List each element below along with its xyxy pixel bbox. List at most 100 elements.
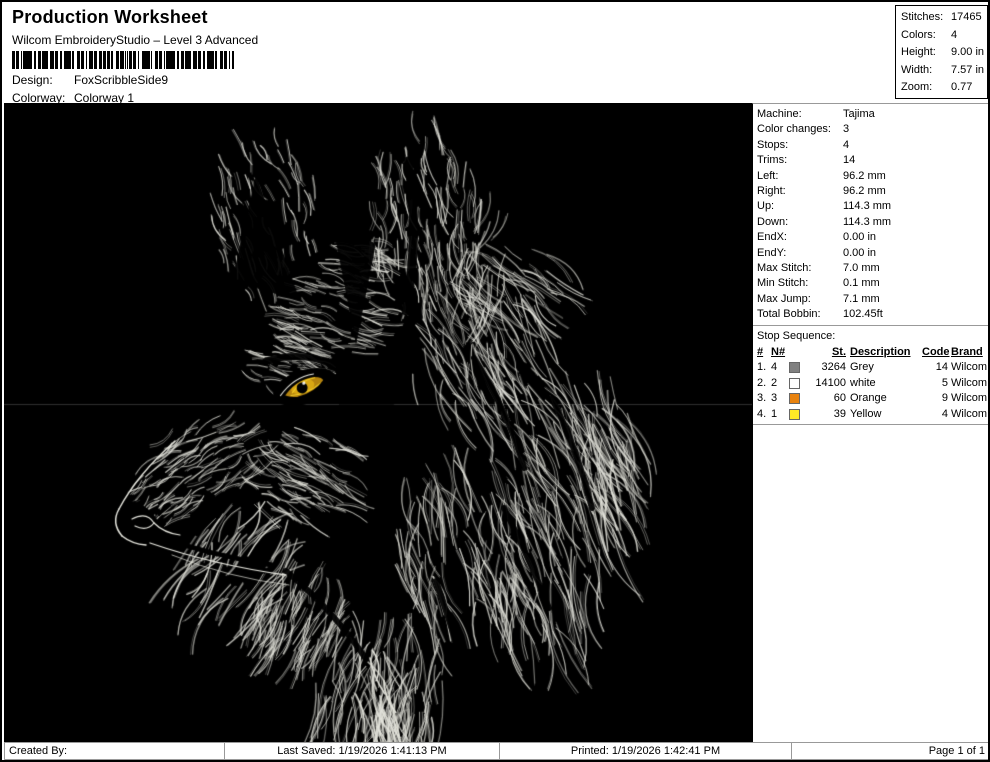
- machine-info-label: Trims:: [757, 153, 843, 168]
- stop-sequence-row: 1. 4 3264 Grey 14 Wilcom: [757, 360, 987, 376]
- thread-description: Yellow: [846, 407, 922, 423]
- summary-value: 7.57 in: [951, 62, 984, 80]
- machine-info-value: 96.2 mm: [843, 169, 886, 184]
- machine-info-row: Machine: Tajima: [757, 107, 986, 122]
- summary-label: Zoom:: [901, 79, 951, 97]
- machine-info-panel: Machine: Tajima Color changes: 3 Stops: …: [752, 103, 990, 744]
- machine-info-row: EndX: 0.00 in: [757, 230, 986, 245]
- machine-info-label: EndX:: [757, 230, 843, 245]
- machine-info-value: 7.1 mm: [843, 292, 880, 307]
- footer: Created By: Last Saved: 1/19/2026 1:41:1…: [4, 742, 990, 760]
- thread-brand: Wilcom: [948, 376, 987, 392]
- machine-info-value: 114.3 mm: [843, 215, 891, 230]
- machine-info-value: 114.3 mm: [843, 199, 891, 214]
- machine-info-label: Down:: [757, 215, 843, 230]
- stitch-count: 60: [806, 391, 846, 407]
- summary-label: Width:: [901, 62, 951, 80]
- design-name: FoxScribbleSide9: [74, 73, 168, 87]
- thread-code: 14: [922, 360, 948, 376]
- last-saved-field: Last Saved: 1/19/2026 1:41:13 PM: [224, 742, 500, 760]
- stop-number: 4.: [757, 407, 771, 423]
- summary-value: 17465: [951, 9, 982, 27]
- production-worksheet-page: Production Worksheet Wilcom EmbroiderySt…: [0, 0, 990, 762]
- stop-sequence-row: 4. 1 39 Yellow 4 Wilcom: [757, 407, 987, 423]
- header: Production Worksheet Wilcom EmbroiderySt…: [4, 2, 752, 101]
- machine-info-label: Machine:: [757, 107, 843, 122]
- summary-value: 9.00 in: [951, 44, 984, 62]
- machine-info-row: Right: 96.2 mm: [757, 184, 986, 199]
- machine-info-label: Left:: [757, 169, 843, 184]
- summary-row: Width: 7.57 in: [901, 62, 987, 80]
- thread-brand: Wilcom: [948, 360, 987, 376]
- machine-info-label: Max Jump:: [757, 292, 843, 307]
- machine-info-row: Max Jump: 7.1 mm: [757, 292, 986, 307]
- stop-sequence-row: 2. 2 14100 white 5 Wilcom: [757, 376, 987, 392]
- machine-info-row: Min Stitch: 0.1 mm: [757, 276, 986, 291]
- col-code: Code: [922, 345, 948, 361]
- col-brand: Brand: [948, 345, 987, 361]
- machine-info-label: Total Bobbin:: [757, 307, 843, 322]
- thread-brand: Wilcom: [948, 407, 987, 423]
- stitch-count: 39: [806, 407, 846, 423]
- machine-info-value: 0.00 in: [843, 246, 876, 261]
- created-by-field: Created By:: [4, 742, 225, 760]
- col-n: N#: [771, 345, 789, 361]
- machine-info-value: 96.2 mm: [843, 184, 886, 199]
- needle-number: 3: [771, 391, 789, 407]
- stop-sequence-header-row: # N# St. Description Code Brand: [757, 345, 987, 361]
- machine-info-row: Max Stitch: 7.0 mm: [757, 261, 986, 276]
- machine-info-row: EndY: 0.00 in: [757, 246, 986, 261]
- machine-info-row: Trims: 14: [757, 153, 986, 168]
- summary-label: Height:: [901, 44, 951, 62]
- col-description: Description: [846, 345, 922, 361]
- summary-row: Height: 9.00 in: [901, 44, 987, 62]
- machine-info-value: Tajima: [843, 107, 875, 122]
- stitch-count: 3264: [806, 360, 846, 376]
- summary-label: Stitches:: [901, 9, 951, 27]
- page-indicator: Page 1 of 1: [791, 742, 990, 760]
- thread-color-swatch: [789, 409, 800, 420]
- needle-number: 2: [771, 376, 789, 392]
- machine-info-label: Max Stitch:: [757, 261, 843, 276]
- thread-code: 4: [922, 407, 948, 423]
- thread-code: 9: [922, 391, 948, 407]
- machine-info-value: 7.0 mm: [843, 261, 880, 276]
- thread-color-swatch: [789, 362, 800, 373]
- machine-info-label: Min Stitch:: [757, 276, 843, 291]
- machine-info-label: EndY:: [757, 246, 843, 261]
- machine-info-label: Color changes:: [757, 122, 843, 137]
- stop-sequence-title: Stop Sequence:: [753, 326, 990, 344]
- summary-value: 0.77: [951, 79, 972, 97]
- summary-row: Colors: 4: [901, 27, 987, 45]
- stop-number: 1.: [757, 360, 771, 376]
- thread-description: white: [846, 376, 922, 392]
- machine-info-label: Right:: [757, 184, 843, 199]
- stop-sequence-table: # N# St. Description Code Brand 1. 4 326…: [753, 344, 990, 426]
- thread-color-swatch: [789, 378, 800, 389]
- stop-number: 2.: [757, 376, 771, 392]
- barcode-image: [12, 51, 234, 69]
- design-summary-box: Stitches: 17465 Colors: 4 Height: 9.00 i…: [895, 5, 988, 99]
- summary-row: Zoom: 0.77: [901, 79, 987, 97]
- machine-info-row: Color changes: 3: [757, 122, 986, 137]
- col-st: St.: [806, 345, 846, 361]
- machine-info-value: 0.00 in: [843, 230, 876, 245]
- stitch-count: 14100: [806, 376, 846, 392]
- machine-info-value: 3: [843, 122, 849, 137]
- machine-info-row: Stops: 4: [757, 138, 986, 153]
- stop-number: 3.: [757, 391, 771, 407]
- stop-sequence-rows: 1. 4 3264 Grey 14 Wilcom 2. 2 14100: [757, 360, 987, 422]
- machine-info-label: Stops:: [757, 138, 843, 153]
- summary-value: 4: [951, 27, 957, 45]
- machine-info-value: 102.45ft: [843, 307, 883, 322]
- printed-field: Printed: 1/19/2026 1:42:41 PM: [499, 742, 792, 760]
- machine-info-row: Left: 96.2 mm: [757, 169, 986, 184]
- needle-number: 4: [771, 360, 789, 376]
- machine-info-value: 14: [843, 153, 855, 168]
- machine-info-row: Down: 114.3 mm: [757, 215, 986, 230]
- embroidery-design-canvas: [4, 103, 752, 744]
- col-num: #: [757, 345, 771, 361]
- app-subtitle: Wilcom EmbroideryStudio – Level 3 Advanc…: [12, 33, 752, 47]
- machine-info-row: Up: 114.3 mm: [757, 199, 986, 214]
- thread-description: Orange: [846, 391, 922, 407]
